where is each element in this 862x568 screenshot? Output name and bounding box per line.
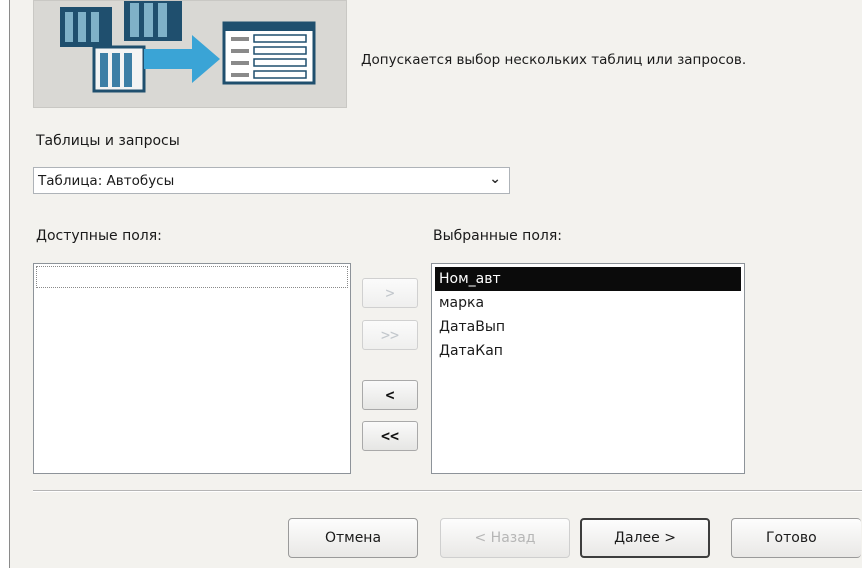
table-transfer-illustration — [60, 1, 316, 93]
tables-queries-value: Таблица: Автобусы — [38, 173, 175, 189]
selected-fields-list[interactable]: Ном_авт марка ДатаВып ДатаКап — [431, 263, 745, 474]
wizard-illustration — [33, 0, 347, 108]
available-fields-list[interactable] — [33, 263, 351, 474]
tables-queries-label: Таблицы и запросы — [36, 133, 180, 149]
back-button[interactable]: < Назад — [440, 518, 570, 558]
remove-field-button[interactable]: < — [362, 380, 418, 410]
next-button[interactable]: Далее > — [580, 518, 710, 558]
list-item[interactable]: марка — [435, 291, 488, 315]
list-item[interactable]: ДатаВып — [435, 315, 509, 339]
finish-button[interactable]: Готово — [731, 518, 861, 558]
list-item[interactable]: ДатаКап — [435, 339, 507, 363]
add-all-fields-button[interactable]: >> — [362, 320, 418, 350]
cancel-button[interactable]: Отмена — [288, 518, 418, 558]
available-fields-label: Доступные поля: — [36, 228, 162, 244]
selected-fields-label: Выбранные поля: — [433, 228, 562, 244]
chevron-down-icon[interactable]: ⌄ — [489, 171, 501, 187]
button-separator — [33, 490, 862, 492]
window-left-border — [0, 0, 10, 568]
add-field-button[interactable]: > — [362, 278, 418, 308]
wizard-description: Допускается выбор нескольких таблиц или … — [361, 52, 747, 68]
tables-queries-select[interactable]: Таблица: Автобусы ⌄ — [33, 167, 510, 194]
available-focus-row[interactable] — [36, 266, 348, 288]
arrow-right-icon — [144, 35, 220, 83]
list-item[interactable]: Ном_авт — [435, 267, 741, 291]
remove-all-fields-button[interactable]: << — [362, 421, 418, 451]
